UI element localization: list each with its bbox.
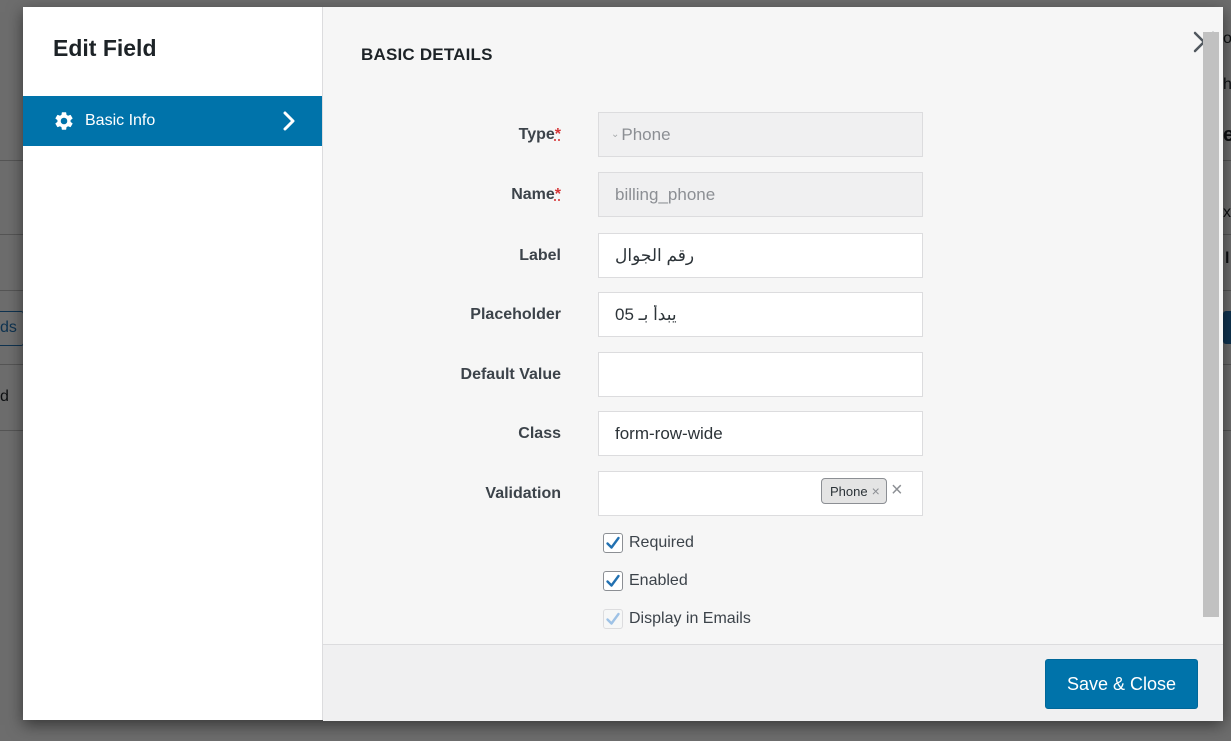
default-value-input[interactable] (598, 352, 923, 397)
display-in-emails-checkbox[interactable] (603, 609, 623, 629)
caret-down-icon: ⌄ (611, 129, 620, 140)
validation-multiselect[interactable]: Phone × × (598, 471, 923, 516)
field-row-name: Name* (323, 172, 1223, 217)
gear-icon (53, 110, 75, 132)
display-in-emails-checkbox-row[interactable]: Display in Emails (603, 608, 751, 630)
field-label: Type* (519, 112, 561, 157)
field-row-type: Type* ⌄ Phone (323, 112, 1223, 157)
field-row-label: Label (323, 233, 1223, 278)
modal-title: Edit Field (53, 35, 157, 61)
field-label: Name* (511, 172, 561, 217)
modal-footer: Save & Close (323, 644, 1223, 721)
check-icon (606, 536, 620, 549)
field-label: Default Value (460, 366, 561, 383)
required-checkbox[interactable] (603, 533, 623, 553)
field-label: Placeholder (470, 306, 561, 323)
validation-tag: Phone × (821, 478, 887, 504)
field-row-default-value: Default Value (323, 352, 1223, 397)
modal-content: BASIC DETAILS Type* ⌄ Phone Name* billin… (323, 7, 1223, 644)
field-label: Validation (485, 485, 561, 502)
field-label-text: Type (518, 126, 555, 143)
type-select[interactable]: ⌄ Phone (598, 112, 923, 157)
sidebar-item-label: Basic Info (85, 112, 156, 129)
placeholder-input[interactable] (598, 292, 923, 337)
field-label: Class (518, 425, 561, 442)
save-close-button[interactable]: Save & Close (1045, 659, 1198, 709)
checkbox-label: Enabled (629, 572, 688, 589)
required-marker: * (554, 126, 561, 143)
checkbox-label: Required (629, 534, 694, 551)
enabled-checkbox[interactable] (603, 571, 623, 591)
check-icon (606, 574, 620, 587)
enabled-checkbox-row[interactable]: Enabled (603, 570, 688, 592)
class-input[interactable] (598, 411, 923, 456)
required-marker: * (554, 186, 561, 203)
field-row-class: Class (323, 411, 1223, 456)
field-row-placeholder: Placeholder (323, 292, 1223, 337)
checkbox-label: Display in Emails (629, 610, 751, 627)
section-title: BASIC DETAILS (361, 45, 493, 64)
clear-selection-icon[interactable]: × (891, 480, 905, 500)
modal-sidebar: Edit Field Basic Info (23, 7, 323, 720)
required-checkbox-row[interactable]: Required (603, 532, 694, 554)
field-label: Label (519, 247, 561, 264)
edit-field-modal: Edit Field Basic Info BASIC DETAILS Type… (23, 7, 1223, 721)
type-select-value: Phone (621, 124, 671, 144)
field-row-validation: Validation Phone × × (323, 471, 1223, 516)
validation-tag-label: Phone (830, 483, 868, 499)
chevron-right-icon (282, 111, 296, 131)
check-icon (606, 612, 620, 625)
sidebar-item-basic-info[interactable]: Basic Info (23, 96, 322, 146)
field-label-text: Name (511, 186, 555, 203)
remove-tag-icon[interactable]: × (872, 483, 880, 499)
name-input[interactable] (598, 172, 923, 217)
label-input[interactable] (598, 233, 923, 278)
